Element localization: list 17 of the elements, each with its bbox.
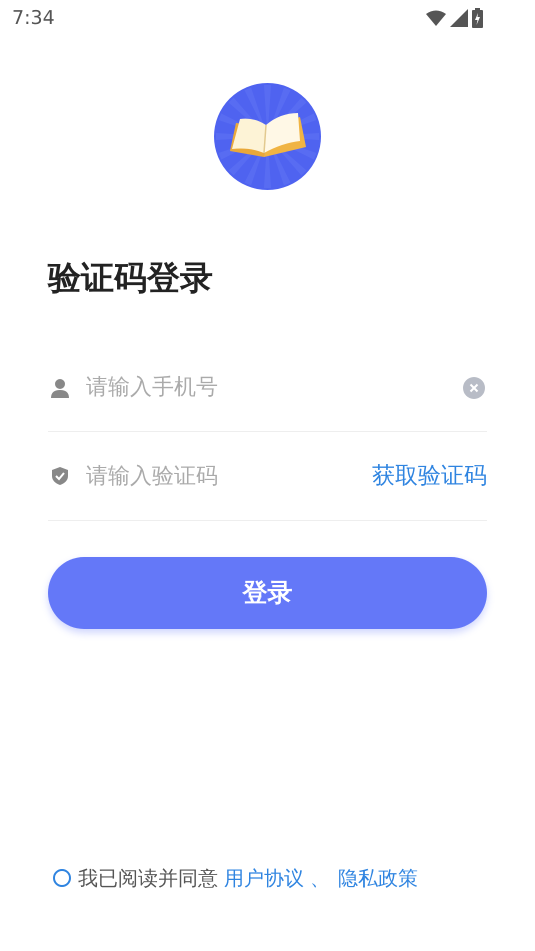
user-icon <box>50 378 70 398</box>
status-time: 7:34 <box>12 6 55 31</box>
signal-icon <box>450 9 468 27</box>
phone-input-field[interactable]: 请输入手机号 <box>86 371 463 404</box>
get-code-link[interactable]: 获取验证码 <box>372 458 487 494</box>
user-agreement-link[interactable]: 用户协议 <box>224 863 304 893</box>
wifi-icon <box>426 10 446 26</box>
book-logo-icon <box>214 83 321 190</box>
code-input-field[interactable]: 请输入验证码 <box>86 460 372 492</box>
shield-check-icon <box>50 466 70 486</box>
login-button[interactable]: 登录 <box>48 557 487 629</box>
privacy-policy-link[interactable]: 隐私政策 <box>338 863 418 893</box>
agreement-checkbox[interactable] <box>53 869 71 887</box>
page-title: 验证码登录 <box>48 257 214 299</box>
agreement-text: 我已阅读并同意 <box>78 865 218 892</box>
separator-text: 、 <box>310 865 330 892</box>
battery-icon <box>472 8 483 28</box>
